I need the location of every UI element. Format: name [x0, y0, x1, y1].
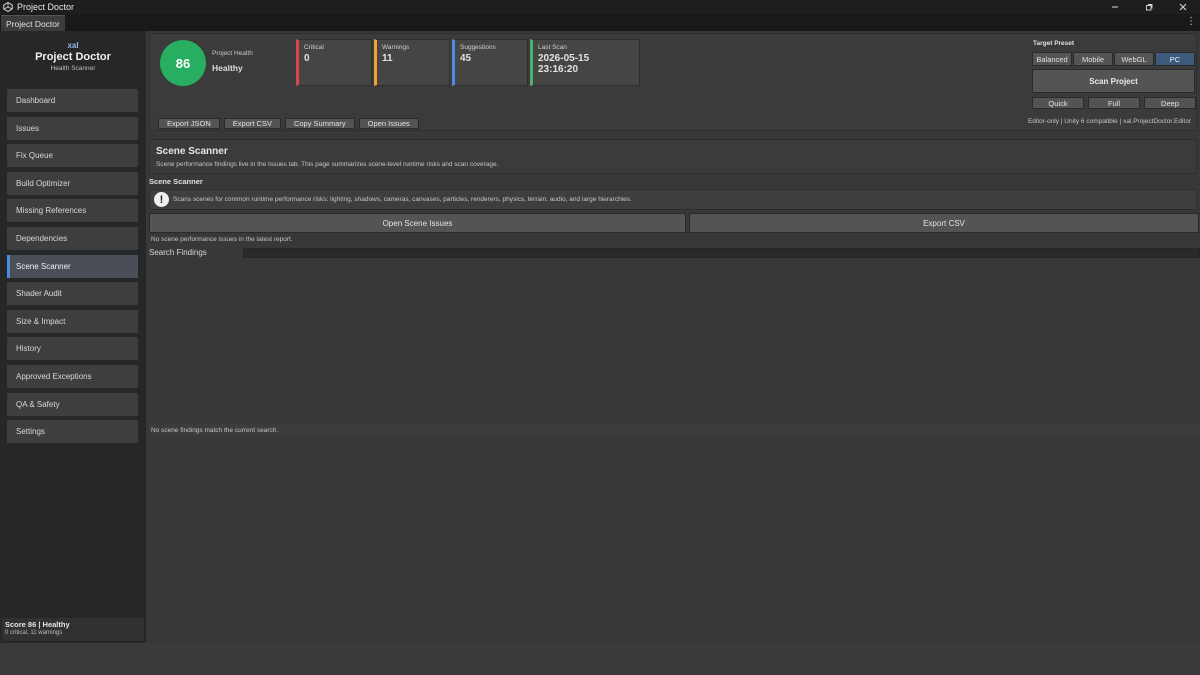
stat-value: 11	[382, 53, 393, 64]
stat-value: 45	[460, 53, 472, 64]
stat-label: Last Scan	[538, 44, 567, 51]
stat-card-critical: Critical 0	[296, 39, 372, 86]
export-actions: Export JSON Export CSV Copy Summary Open…	[158, 118, 419, 129]
sidebar-item-fix-queue[interactable]: Fix Queue	[7, 144, 138, 168]
stat-label: Warnings	[382, 44, 410, 51]
last-scan-time: 23:16:20	[538, 64, 579, 75]
open-scene-issues-button[interactable]: Open Scene Issues	[149, 213, 686, 233]
preset-balanced-button[interactable]: Balanced	[1032, 52, 1072, 66]
depth-deep-button[interactable]: Deep	[1144, 97, 1196, 109]
brand-subtitle: Health Scanner	[50, 65, 96, 72]
sidebar-item-scene-scanner[interactable]: Scene Scanner	[7, 254, 138, 278]
depth-quick-button[interactable]: Quick	[1032, 97, 1084, 109]
footer-counts: 0 critical, 11 warnings	[5, 630, 63, 636]
sidebar-item-missing-references[interactable]: Missing References	[7, 199, 138, 223]
sidebar-item-size-impact[interactable]: Size & Impact	[7, 309, 138, 333]
scan-depth-toggle: Quick Full Deep	[1032, 97, 1196, 109]
sidebar-item-dashboard[interactable]: Dashboard	[7, 89, 138, 112]
target-preset-toggle: Balanced Mobile WebGL PC	[1032, 52, 1195, 66]
sidebar-item-issues[interactable]: Issues	[7, 116, 138, 140]
minimize-icon[interactable]	[1098, 0, 1132, 14]
sidebar-footer: Score 86 | Healthy 0 critical, 11 warnin…	[2, 618, 144, 641]
section-label: Scene Scanner	[149, 177, 203, 186]
editor-info-text: Editor-only | Unity 6 compatible | xal.P…	[1027, 118, 1191, 125]
depth-full-button[interactable]: Full	[1088, 97, 1140, 109]
editor-tab-bar: Project Doctor ⋮	[0, 14, 1200, 31]
sidebar-item-approved-exceptions[interactable]: Approved Exceptions	[7, 364, 138, 388]
search-label: Search Findings	[149, 248, 207, 257]
info-box: ! Scans scenes for common runtime perfor…	[149, 189, 1197, 210]
info-icon: !	[154, 192, 169, 207]
sidebar-nav: Dashboard Issues Fix Queue Build Optimiz…	[7, 89, 138, 448]
summary-header: 86 Project Health Healthy Critical 0 War…	[149, 33, 1197, 131]
info-text: Scans scenes for common runtime performa…	[173, 196, 632, 203]
export-csv-button[interactable]: Export CSV	[223, 118, 281, 129]
page-header: Scene Scanner Scene performance findings…	[149, 139, 1197, 174]
window-title: Project Doctor	[17, 2, 75, 12]
open-issues-button[interactable]: Open Issues	[358, 118, 419, 129]
stat-label: Critical	[304, 44, 324, 51]
brand-title: Project Doctor	[35, 51, 111, 63]
footer-score: Score 86 | Healthy	[5, 620, 70, 629]
scan-status-text: No scene performance issues in the lates…	[151, 236, 293, 243]
stat-label: Suggestions	[460, 44, 496, 51]
search-findings-input[interactable]	[243, 248, 1200, 258]
brand-vendor: xal	[67, 41, 79, 50]
more-options-icon[interactable]: ⋮	[1186, 17, 1196, 27]
unity-icon	[1, 0, 15, 14]
bottom-status-strip	[0, 643, 1200, 675]
page-description: Scene performance findings live in the I…	[156, 161, 499, 168]
export-json-button[interactable]: Export JSON	[158, 118, 220, 129]
stat-card-warnings: Warnings 11	[374, 39, 450, 86]
stat-value: 0	[304, 53, 310, 64]
sidebar-item-history[interactable]: History	[7, 337, 138, 361]
sidebar-item-build-optimizer[interactable]: Build Optimizer	[7, 171, 138, 195]
preset-mobile-button[interactable]: Mobile	[1073, 52, 1113, 66]
brand-block: xal Project Doctor Health Scanner	[0, 41, 146, 72]
last-scan-date: 2026-05-15	[538, 53, 590, 64]
maximize-icon[interactable]	[1132, 0, 1166, 14]
empty-results-message: No scene findings match the current sear…	[149, 424, 1200, 436]
health-status: Healthy	[212, 63, 243, 73]
stat-card-suggestions: Suggestions 45	[452, 39, 528, 86]
target-preset-title: Target Preset	[1033, 40, 1075, 47]
scan-project-button[interactable]: Scan Project	[1032, 69, 1195, 93]
export-scene-csv-button[interactable]: Export CSV	[689, 213, 1199, 233]
window-title-bar: Project Doctor	[0, 0, 1200, 14]
sidebar-item-settings[interactable]: Settings	[7, 420, 138, 444]
sidebar-item-shader-audit[interactable]: Shader Audit	[7, 282, 138, 306]
main-content: 86 Project Health Healthy Critical 0 War…	[146, 31, 1200, 643]
stat-card-last-scan: Last Scan 2026-05-15 23:16:20	[530, 39, 640, 86]
page-title: Scene Scanner	[156, 146, 228, 157]
preset-pc-button[interactable]: PC	[1155, 52, 1195, 66]
sidebar-item-dependencies[interactable]: Dependencies	[7, 226, 138, 250]
copy-summary-button[interactable]: Copy Summary	[284, 118, 355, 129]
preset-webgl-button[interactable]: WebGL	[1114, 52, 1154, 66]
tab-project-doctor[interactable]: Project Doctor	[1, 15, 65, 31]
health-label: Project Health	[212, 50, 253, 57]
sidebar: xal Project Doctor Health Scanner Dashbo…	[0, 31, 146, 643]
sidebar-item-qa-safety[interactable]: QA & Safety	[7, 392, 138, 416]
close-icon[interactable]	[1166, 0, 1200, 14]
health-score-badge: 86	[160, 40, 206, 86]
